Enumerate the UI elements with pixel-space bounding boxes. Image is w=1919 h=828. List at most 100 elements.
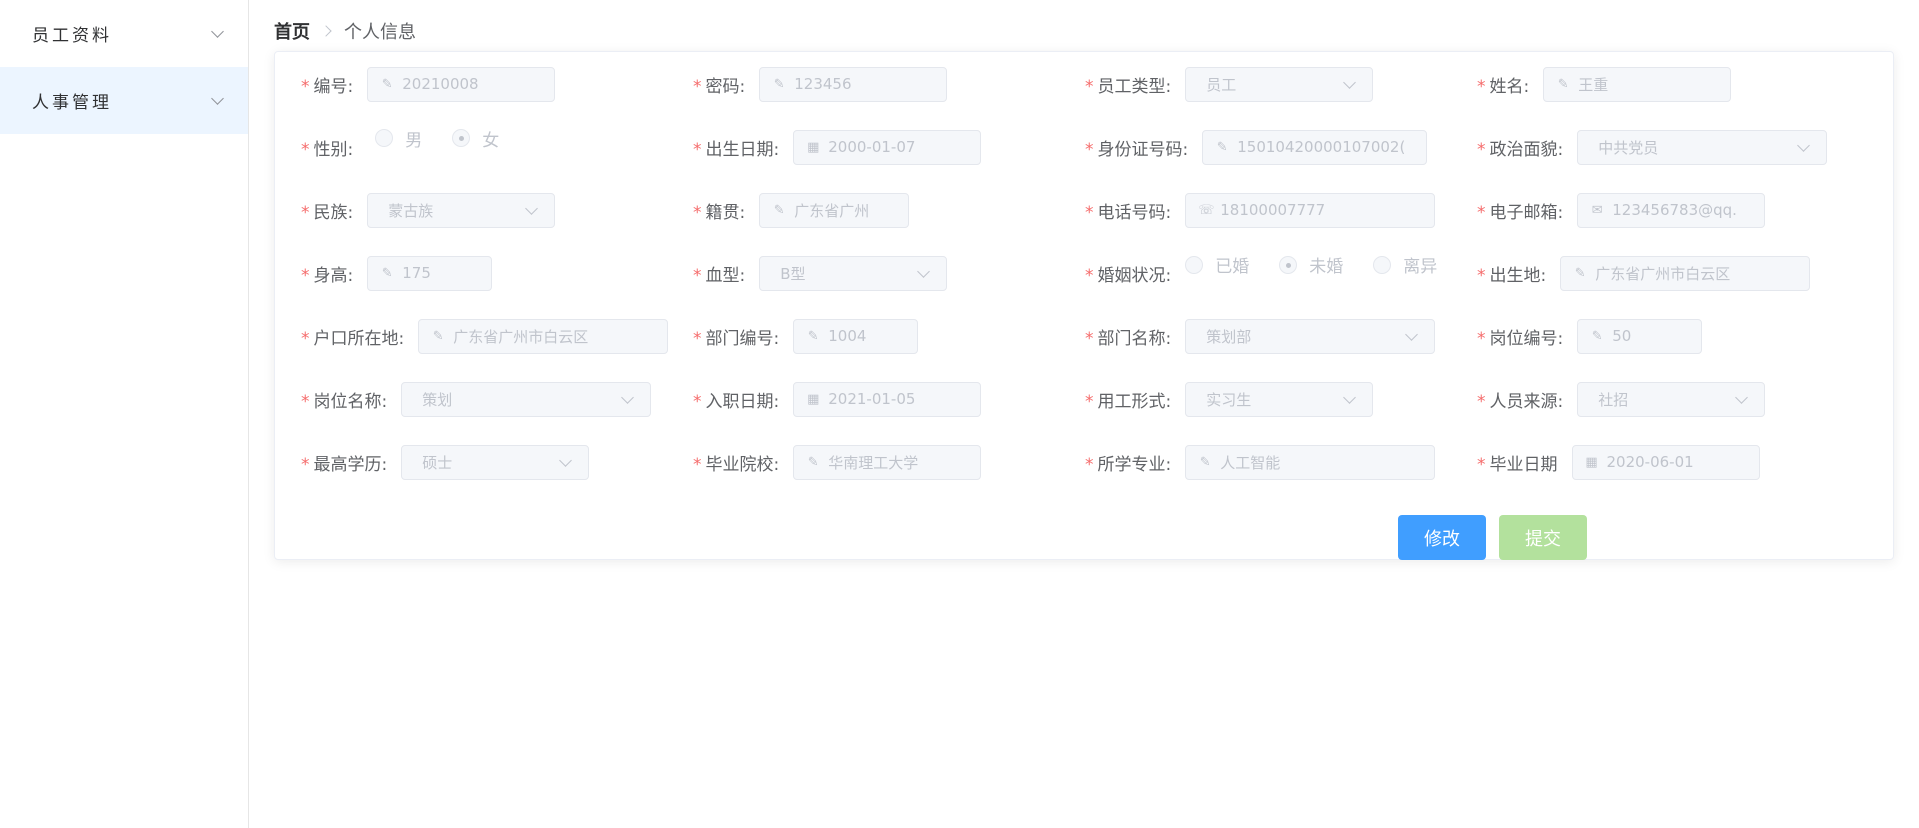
emp-type-select[interactable]: 员工	[1185, 66, 1374, 102]
edit-icon: ✎	[381, 76, 393, 92]
emp-no-label: 编号:	[313, 76, 354, 97]
blood-type-select[interactable]: B型	[759, 255, 948, 291]
edit-icon: ✎	[1574, 265, 1586, 281]
source-select[interactable]: 社招	[1577, 381, 1766, 417]
id-card-input[interactable]: ✎ 15010420000107002(	[1202, 129, 1428, 165]
height-field: * 身高: ✎ 175	[301, 255, 493, 291]
hukou-field: * 户口所在地: ✎ 广东省广州市白云区	[301, 318, 669, 354]
ethnicity-select[interactable]: 蒙古族	[367, 192, 556, 228]
chevron-down-icon	[917, 264, 931, 278]
edit-icon: ✎	[1216, 139, 1228, 155]
major-label: 所学专业:	[1097, 454, 1172, 475]
calendar-icon: ▦	[1585, 454, 1598, 470]
hire-date-picker[interactable]: ▦ 2021-01-05	[793, 381, 982, 417]
chevron-down-icon	[1405, 327, 1419, 341]
phone-input[interactable]: ☏ 18100007777	[1185, 192, 1436, 228]
marital-radio-divorced[interactable]: 离异	[1373, 252, 1437, 277]
chevron-down-icon	[1797, 138, 1811, 152]
employment-form-select[interactable]: 实习生	[1185, 381, 1374, 417]
chevron-down-icon	[559, 453, 573, 467]
employment-form-label: 用工形式:	[1097, 391, 1172, 412]
height-input[interactable]: ✎ 175	[367, 255, 493, 291]
ethnicity-label: 民族:	[313, 202, 354, 223]
edit-icon: ✎	[381, 265, 393, 281]
blood-type-label: 血型:	[705, 265, 746, 286]
school-input[interactable]: ✎ 华南理工大学	[793, 444, 982, 480]
major-input[interactable]: ✎ 人工智能	[1185, 444, 1436, 480]
marital-label: 婚姻状况:	[1097, 265, 1172, 286]
chevron-down-icon	[621, 390, 635, 404]
dept-no-label: 部门编号:	[705, 328, 780, 349]
edit-icon: ✎	[807, 328, 819, 344]
native-place-input[interactable]: ✎ 广东省广州	[759, 192, 910, 228]
edit-button[interactable]: 修改	[1398, 515, 1486, 560]
name-input[interactable]: ✎ 王重	[1543, 66, 1732, 102]
marital-field: * 婚姻状况: 已婚 未婚 离异	[1085, 255, 1437, 291]
edit-icon: ✎	[807, 454, 819, 470]
gender-radio-female[interactable]: 女	[452, 126, 499, 151]
personal-info-card: * 编号: ✎ 20210008 * 密码: ✎ 123456 * 员工类型: 员工 …	[274, 51, 1894, 560]
birthplace-input[interactable]: ✎ 广东省广州市白云区	[1560, 255, 1811, 291]
chevron-right-icon	[320, 25, 332, 37]
gender-radio-group: 男 女	[375, 126, 529, 151]
breadcrumb-home[interactable]: 首页	[274, 18, 310, 44]
education-field: * 最高学历: 硕士	[301, 444, 590, 480]
political-field: * 政治面貌: 中共党员	[1477, 129, 1828, 165]
height-label: 身高:	[313, 265, 354, 286]
marital-radio-married[interactable]: 已婚	[1185, 252, 1249, 277]
political-select[interactable]: 中共党员	[1577, 129, 1828, 165]
marital-radio-group: 已婚 未婚 离异	[1185, 252, 1437, 277]
grad-date-label: 毕业日期	[1489, 454, 1558, 475]
post-no-label: 岗位编号:	[1489, 328, 1564, 349]
birth-date-label: 出生日期:	[705, 139, 780, 160]
gender-radio-male[interactable]: 男	[375, 126, 422, 151]
post-no-input[interactable]: ✎ 50	[1577, 318, 1703, 354]
marital-radio-single[interactable]: 未婚	[1279, 252, 1343, 277]
hukou-input[interactable]: ✎ 广东省广州市白云区	[418, 318, 669, 354]
password-label: 密码:	[705, 76, 746, 97]
mail-icon: ✉	[1591, 202, 1603, 218]
submit-button[interactable]: 提交	[1499, 515, 1587, 560]
ethnicity-field: * 民族: 蒙古族	[301, 192, 556, 228]
dept-no-field: * 部门编号: ✎ 1004	[693, 318, 919, 354]
major-field: * 所学专业: ✎ 人工智能	[1085, 444, 1436, 480]
email-input[interactable]: ✉ 123456783@qq.	[1577, 192, 1766, 228]
birth-date-picker[interactable]: ▦ 2000-01-07	[793, 129, 982, 165]
phone-label: 电话号码:	[1097, 202, 1172, 223]
chevron-down-icon	[1343, 75, 1357, 89]
hire-date-field: * 入职日期: ▦ 2021-01-05	[693, 381, 982, 417]
employment-form-field: * 用工形式: 实习生	[1085, 381, 1374, 417]
birthplace-field: * 出生地: ✎ 广东省广州市白云区	[1477, 255, 1811, 291]
grad-date-field: * 毕业日期 ▦ 2020-06-01	[1477, 444, 1760, 480]
chevron-down-icon	[211, 91, 224, 105]
edit-icon: ✎	[432, 328, 444, 344]
phone-icon: ☏	[1198, 202, 1215, 218]
emp-type-label: 员工类型:	[1097, 76, 1172, 97]
grad-date-picker[interactable]: ▦ 2020-06-01	[1571, 444, 1760, 480]
edit-icon: ✎	[773, 76, 785, 92]
chevron-down-icon	[525, 201, 539, 215]
edit-icon: ✎	[1199, 454, 1211, 470]
emp-no-input[interactable]: ✎ 20210008	[367, 66, 556, 102]
education-select[interactable]: 硕士	[401, 444, 590, 480]
chevron-down-icon	[211, 24, 224, 38]
blood-type-field: * 血型: B型	[693, 255, 948, 291]
post-name-field: * 岗位名称: 策划	[301, 381, 652, 417]
phone-field: * 电话号码: ☏ 18100007777	[1085, 192, 1436, 228]
school-label: 毕业院校:	[705, 454, 780, 475]
dept-name-label: 部门名称:	[1097, 328, 1172, 349]
dept-name-select[interactable]: 策划部	[1185, 318, 1436, 354]
birthplace-label: 出生地:	[1489, 265, 1547, 286]
sidebar-item-employee-info[interactable]: 员工资料	[0, 0, 248, 67]
sidebar-item-hr-management[interactable]: 人事管理	[0, 67, 248, 134]
name-label: 姓名:	[1489, 76, 1530, 97]
password-field: * 密码: ✎ 123456	[693, 66, 948, 102]
birth-date-field: * 出生日期: ▦ 2000-01-07	[693, 129, 982, 165]
edit-icon: ✎	[773, 202, 785, 218]
post-name-select[interactable]: 策划	[401, 381, 652, 417]
dept-no-input[interactable]: ✎ 1004	[793, 318, 919, 354]
school-field: * 毕业院校: ✎ 华南理工大学	[693, 444, 982, 480]
password-input[interactable]: ✎ 123456	[759, 66, 948, 102]
source-label: 人员来源:	[1489, 391, 1564, 412]
breadcrumb-current: 个人信息	[344, 22, 416, 43]
